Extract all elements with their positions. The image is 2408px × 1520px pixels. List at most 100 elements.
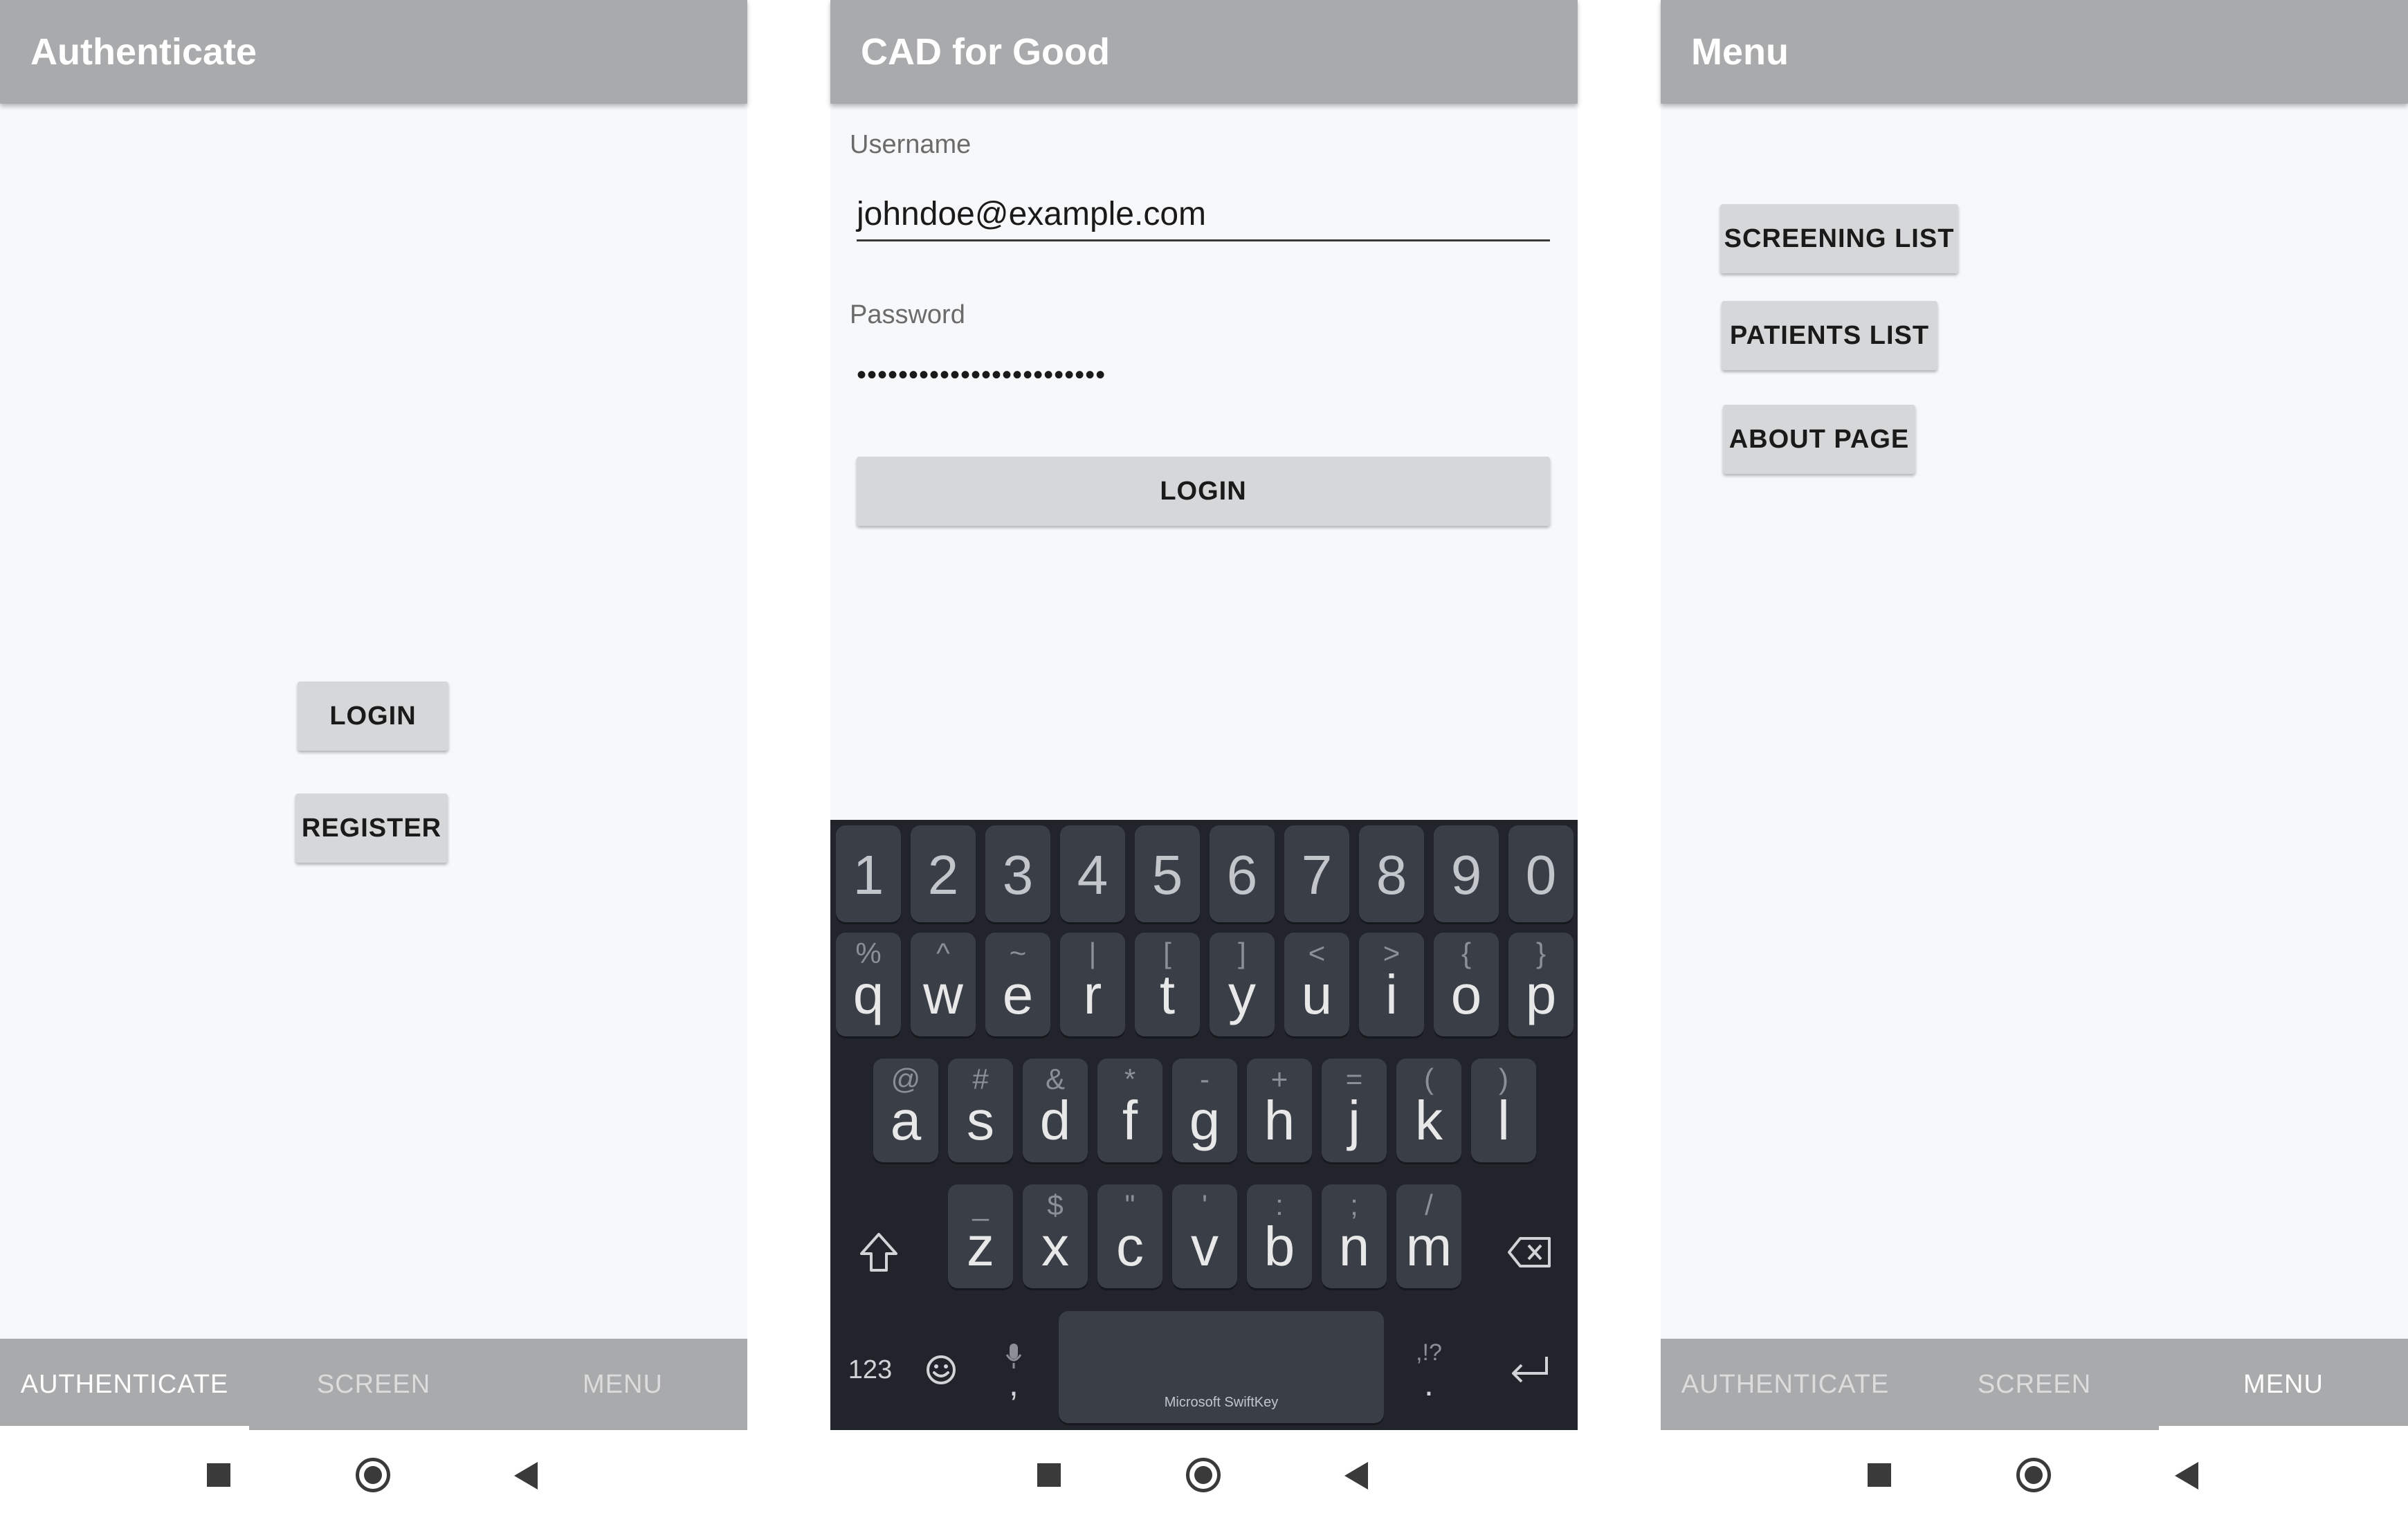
key-label: z xyxy=(967,1216,994,1277)
key-c[interactable]: " c xyxy=(1097,1184,1162,1288)
shift-key[interactable] xyxy=(837,1197,920,1308)
key-label: u xyxy=(1301,964,1333,1025)
about-page-button[interactable]: ABOUT PAGE xyxy=(1723,405,1915,474)
key-label: f xyxy=(1122,1090,1138,1151)
key-q[interactable]: % q xyxy=(836,933,901,1036)
backspace-key[interactable] xyxy=(1488,1197,1571,1308)
key-x[interactable]: $ x xyxy=(1023,1184,1088,1288)
key-9[interactable]: 9 xyxy=(1434,825,1499,922)
period-label: . xyxy=(1424,1364,1434,1403)
key-r[interactable]: | r xyxy=(1060,933,1125,1036)
key-label: i xyxy=(1385,964,1398,1025)
key-label: j xyxy=(1348,1090,1360,1151)
key-label: n xyxy=(1338,1216,1370,1277)
tab-label: AUTHENTICATE xyxy=(1681,1369,1890,1399)
key-l[interactable]: ) l xyxy=(1471,1059,1536,1162)
comma-key[interactable]: , xyxy=(979,1318,1048,1422)
home-icon[interactable] xyxy=(2016,1458,2051,1492)
key-label: q xyxy=(852,964,884,1025)
patients-list-button[interactable]: PATIENTS LIST xyxy=(1722,301,1937,370)
bottom-tab-bar: AUTHENTICATE SCREEN MENU xyxy=(1661,1339,2408,1430)
key-label: d xyxy=(1039,1090,1071,1151)
key-e[interactable]: ~ e xyxy=(985,933,1050,1036)
backspace-icon xyxy=(1508,1237,1551,1267)
screening-list-button[interactable]: SCREENING LIST xyxy=(1720,204,1958,273)
key-label: 7 xyxy=(1301,844,1333,906)
key-a[interactable]: @ a xyxy=(873,1059,938,1162)
login-submit-button[interactable]: LOGIN xyxy=(857,457,1550,526)
username-label: Username xyxy=(850,130,972,159)
password-field[interactable]: •••••••••••••••••••••••• xyxy=(857,360,1106,391)
key-7[interactable]: 7 xyxy=(1284,825,1349,922)
home-icon[interactable] xyxy=(1186,1458,1221,1492)
login-button[interactable]: LOGIN xyxy=(298,681,448,751)
key-label: w xyxy=(923,964,963,1025)
key-label: a xyxy=(890,1090,922,1151)
tab-screen[interactable]: SCREEN xyxy=(249,1339,498,1430)
key-b[interactable]: :b xyxy=(1247,1184,1312,1288)
tab-label: AUTHENTICATE xyxy=(20,1369,229,1399)
key-t[interactable]: [t xyxy=(1135,933,1200,1036)
recents-icon[interactable] xyxy=(1037,1463,1061,1487)
key-label: l xyxy=(1497,1090,1510,1151)
key-y[interactable]: ] y xyxy=(1210,933,1275,1036)
enter-key[interactable] xyxy=(1488,1318,1571,1422)
key-label: 6 xyxy=(1226,844,1258,906)
key-2[interactable]: 2 xyxy=(911,825,976,922)
key-f[interactable]: * f xyxy=(1097,1059,1162,1162)
key-1[interactable]: 1 xyxy=(836,825,901,922)
home-icon[interactable] xyxy=(356,1458,390,1492)
key-label: m xyxy=(1405,1216,1452,1277)
back-icon[interactable] xyxy=(2175,1462,2198,1490)
key-n[interactable]: ; n xyxy=(1322,1184,1387,1288)
back-icon[interactable] xyxy=(1344,1462,1368,1490)
system-nav-bar xyxy=(830,1430,1578,1520)
key-d[interactable]: & d xyxy=(1023,1059,1088,1162)
key-label: b xyxy=(1264,1216,1295,1277)
key-w[interactable]: ^ w xyxy=(911,933,976,1036)
key-0[interactable]: 0 xyxy=(1508,825,1574,922)
numbers-key[interactable]: 123 xyxy=(837,1318,903,1422)
key-k[interactable]: (k xyxy=(1396,1059,1461,1162)
tab-authenticate[interactable]: AUTHENTICATE xyxy=(1661,1339,1910,1430)
key-i[interactable]: > i xyxy=(1359,933,1424,1036)
key-j[interactable]: = j xyxy=(1322,1059,1387,1162)
key-8[interactable]: 8 xyxy=(1359,825,1424,922)
key-g[interactable]: -g xyxy=(1172,1059,1237,1162)
key-p[interactable]: } p xyxy=(1508,933,1574,1036)
register-button[interactable]: REGISTER xyxy=(295,794,448,863)
key-z[interactable]: _ z xyxy=(948,1184,1013,1288)
key-u[interactable]: < u xyxy=(1284,933,1349,1036)
tab-screen[interactable]: SCREEN xyxy=(1910,1339,2159,1430)
recents-icon[interactable] xyxy=(207,1463,230,1487)
key-s[interactable]: # s xyxy=(948,1059,1013,1162)
period-key[interactable]: ,!? . xyxy=(1394,1318,1463,1422)
key-h[interactable]: + h xyxy=(1247,1059,1312,1162)
recents-icon[interactable] xyxy=(1868,1463,1891,1487)
key-v[interactable]: ' v xyxy=(1172,1184,1237,1288)
authenticate-screen: Authenticate LOGIN REGISTER AUTHENTICATE… xyxy=(0,0,747,1520)
space-bar[interactable]: Microsoft SwiftKey xyxy=(1059,1311,1384,1423)
key-label: r xyxy=(1083,964,1102,1025)
key-5[interactable]: 5 xyxy=(1135,825,1200,922)
key-label: p xyxy=(1525,964,1557,1025)
key-6[interactable]: 6 xyxy=(1210,825,1275,922)
key-label: 0 xyxy=(1525,844,1557,906)
tab-menu[interactable]: MENU xyxy=(498,1339,747,1430)
emoji-key[interactable] xyxy=(906,1318,976,1422)
password-label: Password xyxy=(850,300,965,329)
key-label: x xyxy=(1041,1216,1069,1277)
login-screen: CAD for Good Username johndoe@example.co… xyxy=(830,0,1578,1520)
key-label: 8 xyxy=(1376,844,1407,906)
key-4[interactable]: 4 xyxy=(1060,825,1125,922)
comma-label: , xyxy=(1009,1364,1019,1403)
back-icon[interactable] xyxy=(514,1462,538,1490)
key-3[interactable]: 3 xyxy=(985,825,1050,922)
key-m[interactable]: / m xyxy=(1396,1184,1461,1288)
key-label: v xyxy=(1191,1216,1219,1277)
key-label: c xyxy=(1116,1216,1144,1277)
tab-menu[interactable]: MENU xyxy=(2159,1339,2408,1430)
tab-authenticate[interactable]: AUTHENTICATE xyxy=(0,1339,249,1430)
username-field[interactable]: johndoe@example.com xyxy=(857,195,1206,233)
key-o[interactable]: {o xyxy=(1434,933,1499,1036)
